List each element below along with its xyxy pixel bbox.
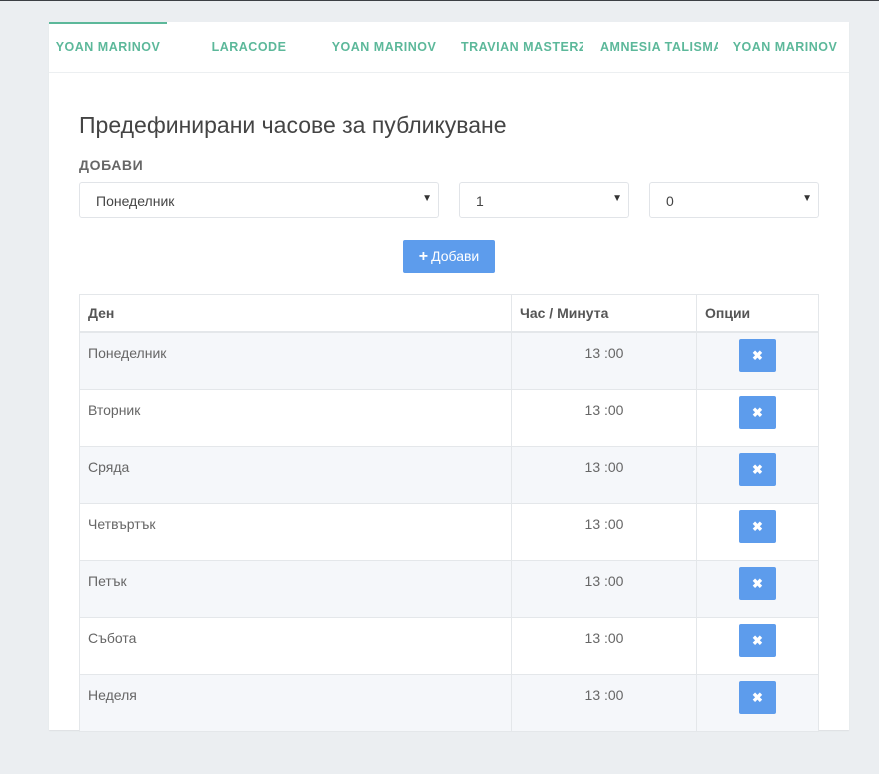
caret-down-icon: ▼ — [612, 193, 622, 204]
cell-time: 13 :00 — [511, 560, 697, 618]
cell-options: ✖ — [696, 446, 819, 504]
cell-day: Понеделник — [79, 331, 512, 390]
column-header-options: Опции — [696, 294, 819, 333]
page-title: Предефинирани часове за публикуване — [79, 112, 507, 138]
day-text: Петък — [88, 573, 127, 589]
close-icon: ✖ — [752, 633, 763, 648]
add-section-label: ДОБАВИ — [79, 157, 144, 173]
cell-time: 13 :00 — [511, 389, 697, 447]
caret-down-icon: ▼ — [802, 193, 812, 204]
cell-options: ✖ — [696, 674, 819, 732]
close-icon: ✖ — [752, 405, 763, 420]
cell-day: Неделя — [79, 674, 512, 732]
hour-select[interactable]: 1 ▼ — [459, 182, 629, 218]
cell-time: 13 :00 — [511, 674, 697, 732]
delete-button[interactable]: ✖ — [739, 510, 776, 543]
add-button-label: Добави — [431, 248, 480, 264]
cell-time: 13 :00 — [511, 503, 697, 561]
column-header-day: Ден — [79, 294, 512, 333]
time-text: 13 :00 — [584, 345, 624, 361]
time-text: 13 :00 — [584, 687, 624, 703]
cell-day: Сряда — [79, 446, 512, 504]
delete-button[interactable]: ✖ — [739, 681, 776, 714]
cell-options: ✖ — [696, 331, 819, 390]
close-icon: ✖ — [752, 576, 763, 591]
day-select[interactable]: Понеделник ▼ — [79, 182, 439, 218]
time-text: 13 :00 — [584, 516, 624, 532]
tab-yoan-marinov-1[interactable]: YOAN MARINOV — [49, 22, 167, 72]
tab-laracode[interactable]: LARACODE — [190, 22, 308, 72]
day-select-value: Понеделник — [96, 193, 175, 209]
window-top-border — [0, 0, 879, 1]
column-header-time: Час / Минута — [511, 294, 697, 333]
cell-options: ✖ — [696, 617, 819, 675]
delete-button[interactable]: ✖ — [739, 339, 776, 372]
minute-select[interactable]: 0 ▼ — [649, 182, 819, 218]
delete-button[interactable]: ✖ — [739, 567, 776, 600]
close-icon: ✖ — [752, 348, 763, 363]
table-header-row: Ден Час / Минута Опции — [79, 294, 819, 333]
plus-icon: + — [418, 248, 429, 265]
cell-time: 13 :00 — [511, 446, 697, 504]
cell-options: ✖ — [696, 560, 819, 618]
time-text: 13 :00 — [584, 402, 624, 418]
cell-options: ✖ — [696, 503, 819, 561]
table-row: Събота 13 :00 ✖ — [79, 617, 819, 675]
time-text: 13 :00 — [584, 459, 624, 475]
table-row: Четвъртък 13 :00 ✖ — [79, 503, 819, 561]
add-button[interactable]: + Добави — [403, 240, 495, 273]
table-row: Петък 13 :00 ✖ — [79, 560, 819, 618]
tab-yoan-marinov-2[interactable]: YOAN MARINOV — [325, 22, 443, 72]
day-text: Четвъртък — [88, 516, 156, 532]
day-text: Събота — [88, 630, 137, 646]
tab-travian-masterz[interactable]: TRAVIAN MASTERZ — [461, 22, 583, 72]
day-text: Сряда — [88, 459, 130, 475]
day-text: Вторник — [88, 402, 141, 418]
cell-time: 13 :00 — [511, 331, 697, 390]
site-tabs: YOAN MARINOV LARACODE YOAN MARINOV TRAVI… — [49, 22, 849, 73]
cell-day: Вторник — [79, 389, 512, 447]
cell-day: Събота — [79, 617, 512, 675]
table-row: Понеделник 13 :00 ✖ — [79, 331, 819, 390]
close-icon: ✖ — [752, 690, 763, 705]
cell-options: ✖ — [696, 389, 819, 447]
cell-time: 13 :00 — [511, 617, 697, 675]
delete-button[interactable]: ✖ — [739, 453, 776, 486]
tab-yoan-marinov-3[interactable]: YOAN MARINOV — [726, 22, 844, 72]
cell-day: Петък — [79, 560, 512, 618]
hour-select-value: 1 — [476, 193, 484, 209]
table-row: Сряда 13 :00 ✖ — [79, 446, 819, 504]
time-text: 13 :00 — [584, 573, 624, 589]
close-icon: ✖ — [752, 462, 763, 477]
main-panel: YOAN MARINOV LARACODE YOAN MARINOV TRAVI… — [49, 22, 849, 732]
day-text: Понеделник — [88, 345, 167, 361]
caret-down-icon: ▼ — [422, 193, 432, 204]
delete-button[interactable]: ✖ — [739, 624, 776, 657]
time-text: 13 :00 — [584, 630, 624, 646]
schedule-table: Ден Час / Минута Опции Понеделник 13 :00… — [79, 294, 819, 732]
tab-amnesia-talisman[interactable]: AMNESIA TALISMAN — [600, 22, 718, 72]
delete-button[interactable]: ✖ — [739, 396, 776, 429]
cell-day: Четвъртък — [79, 503, 512, 561]
table-row: Вторник 13 :00 ✖ — [79, 389, 819, 447]
minute-select-value: 0 — [666, 193, 674, 209]
day-text: Неделя — [88, 687, 137, 703]
table-row: Неделя 13 :00 ✖ — [79, 674, 819, 732]
close-icon: ✖ — [752, 519, 763, 534]
